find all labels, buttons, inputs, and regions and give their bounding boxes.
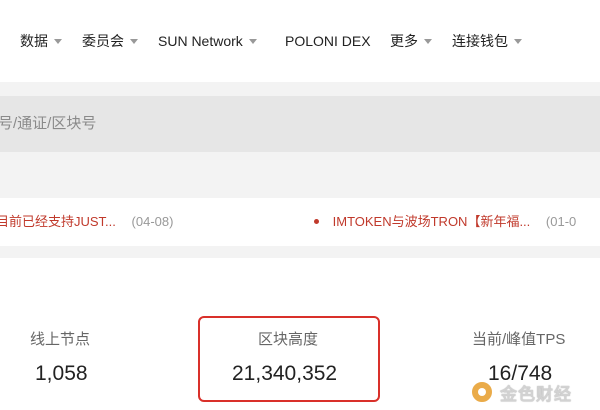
- chevron-down-icon: [130, 38, 138, 44]
- nav-item-more[interactable]: 更多: [390, 30, 432, 52]
- nav-item-connect-wallet[interactable]: 连接钱包: [452, 30, 522, 52]
- chevron-down-icon: [424, 38, 432, 44]
- nav-item-label: 委员会: [82, 33, 124, 49]
- bullet-icon: [314, 219, 319, 225]
- chevron-down-icon: [514, 38, 522, 44]
- stat-value-online-nodes: 1,058: [35, 362, 88, 385]
- watermark-text: 金色财经: [500, 384, 572, 404]
- stat-label-tps: 当前/峰值TPS: [472, 331, 566, 348]
- search-placeholder: 号/通证/区块号: [0, 115, 97, 132]
- nav-item-label: 更多: [390, 33, 418, 49]
- nav-item-label: 数据: [20, 33, 48, 49]
- news-item[interactable]: 目前已经支持JUST... (04-08): [0, 213, 173, 231]
- top-navigation: 数据 委员会 SUN Network POLONI DEX 更多 连接钱包: [0, 0, 600, 82]
- jinse-logo-icon: [470, 380, 494, 404]
- nav-item-label: SUN Network: [158, 33, 243, 49]
- chevron-down-icon: [54, 38, 62, 44]
- stat-label-block-height: 区块高度: [258, 331, 319, 348]
- news-item[interactable]: IMTOKEN与波场TRON【新年福... (01-0: [314, 213, 576, 231]
- news-date: (04-08): [131, 214, 174, 229]
- nav-item-data[interactable]: 数据: [20, 30, 62, 52]
- nav-item-label: 连接钱包: [452, 33, 508, 49]
- nav-item-poloni-dex[interactable]: POLONI DEX: [285, 30, 371, 52]
- nav-item-sun-network[interactable]: SUN Network: [158, 30, 257, 52]
- news-date: (01-0: [545, 214, 577, 229]
- news-title[interactable]: IMTOKEN与波场TRON【新年福...: [333, 214, 531, 229]
- news-title[interactable]: 目前已经支持JUST...: [0, 214, 116, 229]
- nav-item-committee[interactable]: 委员会: [82, 30, 138, 52]
- chevron-down-icon: [248, 38, 257, 44]
- stat-value-block-height: 21,340,352: [232, 362, 338, 385]
- nav-item-label: POLONI DEX: [285, 33, 371, 49]
- stat-label-online-nodes: 线上节点: [30, 331, 91, 348]
- watermark: 金色财经: [470, 378, 572, 406]
